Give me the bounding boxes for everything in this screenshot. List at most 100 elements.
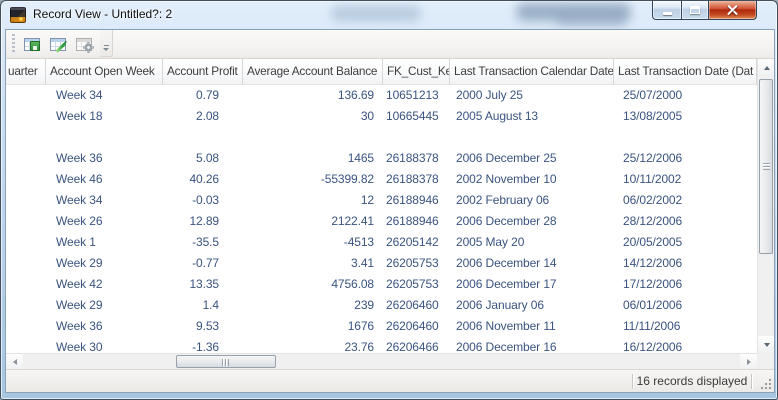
cell <box>6 85 46 106</box>
cell: Week 46 <box>46 169 163 190</box>
maximize-button[interactable] <box>681 1 709 20</box>
arrow-up-icon <box>764 66 770 70</box>
cell <box>243 127 383 148</box>
glass-reflection <box>516 3 631 21</box>
close-button[interactable] <box>709 1 757 20</box>
cell: 1676 <box>243 316 383 337</box>
horizontal-scrollbar[interactable] <box>6 353 757 369</box>
table-row[interactable]: Week 1-35.5-4513262051422005 May 2020/05… <box>6 232 757 253</box>
table-row[interactable]: Week 30-1.3623.76262064662006 December 1… <box>6 337 757 353</box>
cell <box>6 190 46 211</box>
grid-header: uarterAccount Open WeekAccount ProfitAve… <box>6 59 757 85</box>
cell: 26188378 <box>383 169 450 190</box>
scroll-up-button[interactable] <box>758 59 774 76</box>
cell: 17/12/2006 <box>614 274 757 295</box>
arrow-down-icon <box>764 343 770 347</box>
cell: Week 18 <box>46 106 163 127</box>
cell <box>6 127 46 148</box>
table-row[interactable] <box>6 127 757 148</box>
cell: 3.41 <box>243 253 383 274</box>
cell: 26206460 <box>383 295 450 316</box>
arrow-left-icon <box>13 359 17 365</box>
table-row[interactable]: Week 182.0830106654452005 August 1313/08… <box>6 106 757 127</box>
cell: 10651213 <box>383 85 450 106</box>
grid-edit-button[interactable] <box>46 33 70 55</box>
vertical-scrollbar[interactable] <box>757 59 774 353</box>
toolbar <box>6 30 774 59</box>
cell: -0.77 <box>163 253 243 274</box>
table-row[interactable]: Week 4640.26-55399.82261883782002 Novemb… <box>6 169 757 190</box>
cell: 14/12/2006 <box>614 253 757 274</box>
cell <box>6 295 46 316</box>
cell: 2000 July 25 <box>450 85 614 106</box>
grid-settings-button[interactable] <box>72 33 96 55</box>
glass-reflection <box>331 6 421 21</box>
cell: 2002 November 10 <box>450 169 614 190</box>
cell: 13/08/2005 <box>614 106 757 127</box>
cell: 10665445 <box>383 106 450 127</box>
cell: 16/12/2006 <box>614 337 757 353</box>
cell: -4513 <box>243 232 383 253</box>
cell <box>6 211 46 232</box>
gear-icon <box>84 43 93 52</box>
cell: 25/12/2006 <box>614 148 757 169</box>
minimize-button[interactable] <box>652 1 681 20</box>
cell: 26188946 <box>383 190 450 211</box>
cell: 30 <box>243 106 383 127</box>
close-icon <box>726 4 739 15</box>
table-row[interactable]: Week 2612.892122.41261889462006 December… <box>6 211 757 232</box>
scroll-right-button[interactable] <box>740 354 757 369</box>
status-bar: 16 records displayed <box>6 369 774 392</box>
table-row[interactable]: Week 340.79136.69106512132000 July 2525/… <box>6 85 757 106</box>
vertical-scrollbar-thumb[interactable] <box>759 79 773 254</box>
cell: 2005 May 20 <box>450 232 614 253</box>
toolbar-overflow-button[interactable] <box>100 30 113 57</box>
toolbar-grip[interactable] <box>12 34 15 54</box>
cell: 2002 February 06 <box>450 190 614 211</box>
cell <box>6 337 46 353</box>
cell: Week 42 <box>46 274 163 295</box>
cell <box>614 127 757 148</box>
cell <box>6 148 46 169</box>
horizontal-scrollbar-thumb[interactable] <box>176 355 276 368</box>
cell: 12 <box>243 190 383 211</box>
table-row[interactable]: Week 291.4239262064602006 January 0606/0… <box>6 295 757 316</box>
scroll-left-button[interactable] <box>6 354 23 369</box>
record-grid-app-icon <box>10 7 26 23</box>
client-area: uarterAccount Open WeekAccount ProfitAve… <box>5 29 775 393</box>
resize-grip[interactable] <box>769 387 771 389</box>
column-header-3[interactable]: Average Account Balance <box>243 59 383 85</box>
cell: 28/12/2006 <box>614 211 757 232</box>
pencil-icon <box>56 42 67 53</box>
column-header-1[interactable]: Account Open Week <box>46 59 163 85</box>
cell <box>6 274 46 295</box>
titlebar[interactable]: Record View - Untitled?: 2 <box>1 1 777 29</box>
table-row[interactable]: Week 365.081465261883782006 December 252… <box>6 148 757 169</box>
cell: 2005 August 13 <box>450 106 614 127</box>
cell: 06/02/2002 <box>614 190 757 211</box>
column-header-4[interactable]: FK_Cust_Key <box>383 59 450 85</box>
table-row[interactable]: Week 369.531676262064602006 November 111… <box>6 316 757 337</box>
cell: 2006 December 14 <box>450 253 614 274</box>
grid-save-button[interactable] <box>20 33 44 55</box>
floppy-disk-icon <box>30 41 40 51</box>
scrollbar-corner <box>757 353 774 369</box>
cell <box>6 232 46 253</box>
scroll-down-button[interactable] <box>758 336 774 353</box>
table-row[interactable]: Week 4213.354756.08262057532006 December… <box>6 274 757 295</box>
table-row[interactable]: Week 34-0.0312261889462002 February 0606… <box>6 190 757 211</box>
cell: 26206460 <box>383 316 450 337</box>
column-header-0[interactable]: uarter <box>6 59 46 85</box>
column-header-5[interactable]: Last Transaction Calendar Date <box>450 59 614 85</box>
cell: 239 <box>243 295 383 316</box>
cell: 26188946 <box>383 211 450 232</box>
cell: 2006 November 11 <box>450 316 614 337</box>
cell: -0.03 <box>163 190 243 211</box>
cell: Week 34 <box>46 85 163 106</box>
maximize-icon <box>690 6 700 14</box>
cell: 06/01/2006 <box>614 295 757 316</box>
cell: 10/11/2002 <box>614 169 757 190</box>
table-row[interactable]: Week 29-0.773.41262057532006 December 14… <box>6 253 757 274</box>
column-header-2[interactable]: Account Profit <box>163 59 243 85</box>
column-header-6[interactable]: Last Transaction Date (Dat <box>614 59 757 85</box>
